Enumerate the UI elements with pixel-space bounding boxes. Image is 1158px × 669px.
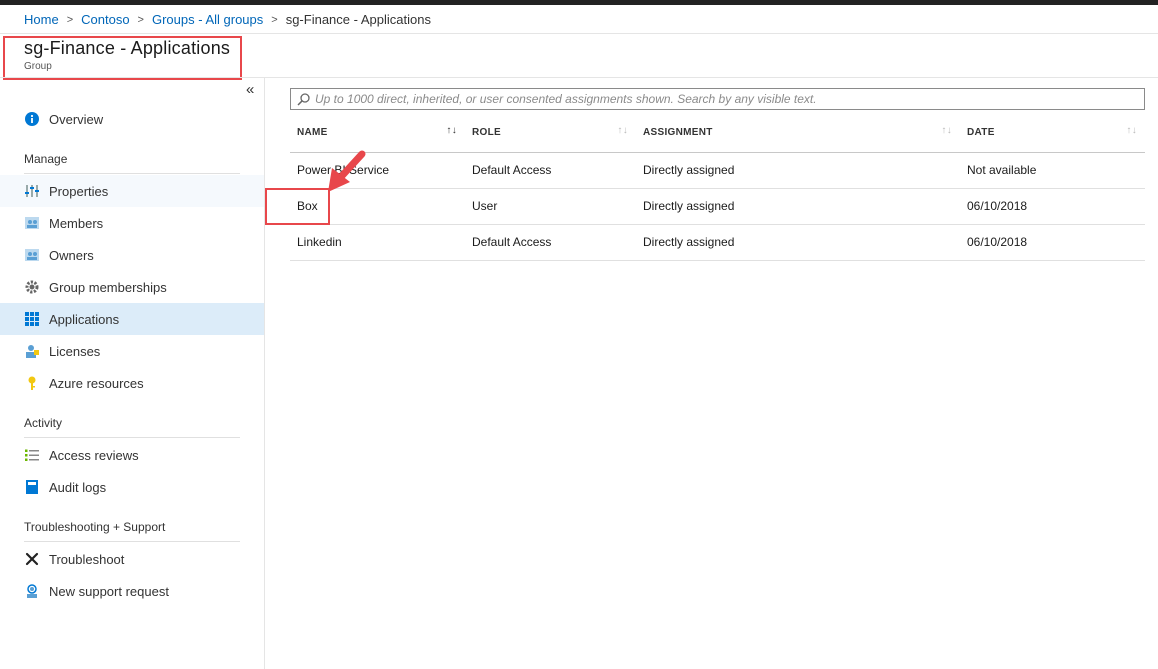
sidebar: « Overview Manage Properties Members Own… <box>0 78 265 669</box>
sidebar-item-label: Azure resources <box>49 375 144 391</box>
search-icon <box>297 92 310 106</box>
table-row[interactable]: Power BI Service Default Access Directly… <box>290 152 1145 189</box>
properties-icon <box>24 183 40 199</box>
callout-arrow-icon <box>328 150 366 192</box>
sidebar-item-label: Troubleshoot <box>49 551 125 567</box>
info-icon <box>24 111 40 127</box>
section-label-troubleshooting: Troubleshooting + Support <box>24 520 166 534</box>
column-header-label: NAME <box>297 127 328 139</box>
search-input[interactable] <box>315 92 1144 106</box>
book-icon <box>24 479 40 495</box>
key-icon <box>24 375 40 391</box>
sidebar-item-label: Group memberships <box>49 279 167 295</box>
sidebar-item-group-memberships[interactable]: Group memberships <box>0 271 264 303</box>
sidebar-item-properties[interactable]: Properties <box>0 175 264 207</box>
cell-assignment: Directly assigned <box>636 152 960 189</box>
sort-icon[interactable]: ↑↓ <box>1126 125 1137 136</box>
chevron-right-icon: > <box>271 13 278 26</box>
cell-role: Default Access <box>465 224 636 261</box>
sidebar-item-troubleshoot[interactable]: Troubleshoot <box>0 543 264 575</box>
breadcrumb-contoso[interactable]: Contoso <box>81 12 129 27</box>
applications-table: NAME ↑↓ ROLE ↑↓ ASSIGNMENT ↑↓ DATE ↑↓ Power … <box>290 114 1145 261</box>
members-icon <box>24 215 40 231</box>
sidebar-item-audit-logs[interactable]: Audit logs <box>0 471 264 503</box>
divider <box>0 33 1158 34</box>
divider <box>24 541 240 542</box>
cell-role: User <box>465 188 636 225</box>
sidebar-item-licenses[interactable]: Licenses <box>0 335 264 367</box>
breadcrumb-current: sg-Finance - Applications <box>285 12 431 27</box>
sort-icon[interactable]: ↑↓ <box>941 125 952 136</box>
licenses-icon <box>24 343 40 359</box>
sidebar-item-label: Access reviews <box>49 447 139 463</box>
cell-name[interactable]: Power BI Service <box>290 152 465 189</box>
owners-icon <box>24 247 40 263</box>
chevron-right-icon: > <box>137 13 144 26</box>
sort-icon[interactable]: ↑↓ <box>446 125 457 136</box>
column-header-role[interactable]: ROLE ↑↓ <box>465 114 636 153</box>
column-header-label: DATE <box>967 127 995 139</box>
sidebar-item-new-support-request[interactable]: New support request <box>0 575 264 607</box>
search-box[interactable] <box>290 88 1145 110</box>
top-bar <box>0 0 1158 5</box>
tools-icon <box>24 551 40 567</box>
cell-assignment: Directly assigned <box>636 224 960 261</box>
table-header-row: NAME ↑↓ ROLE ↑↓ ASSIGNMENT ↑↓ DATE ↑↓ <box>290 114 1145 153</box>
breadcrumb: Home > Contoso > Groups - All groups > s… <box>24 12 431 27</box>
cell-role: Default Access <box>465 152 636 189</box>
checklist-icon <box>24 447 40 463</box>
sidebar-item-label: Audit logs <box>49 479 107 495</box>
column-header-date[interactable]: DATE ↑↓ <box>960 114 1145 153</box>
divider <box>24 173 240 174</box>
column-header-assignment[interactable]: ASSIGNMENT ↑↓ <box>636 114 960 153</box>
sidebar-item-members[interactable]: Members <box>0 207 264 239</box>
cell-date: 06/10/2018 <box>960 188 1145 225</box>
column-header-label: ASSIGNMENT <box>643 127 713 139</box>
sidebar-item-access-reviews[interactable]: Access reviews <box>0 439 264 471</box>
column-header-name[interactable]: NAME ↑↓ <box>290 114 465 153</box>
sidebar-item-applications[interactable]: Applications <box>0 303 264 335</box>
cell-date: Not available <box>960 152 1145 189</box>
sidebar-item-label: Applications <box>49 311 120 327</box>
support-person-icon <box>24 583 40 599</box>
sort-icon[interactable]: ↑↓ <box>617 125 628 136</box>
cell-name[interactable]: Linkedin <box>290 224 465 261</box>
sidebar-item-label: Members <box>49 215 104 231</box>
table-row[interactable]: Box User Directly assigned 06/10/2018 <box>290 188 1145 225</box>
sidebar-item-label: Overview <box>49 111 104 127</box>
section-label-activity: Activity <box>24 416 63 430</box>
sidebar-item-label: Properties <box>49 183 109 199</box>
breadcrumb-groups[interactable]: Groups - All groups <box>152 12 263 27</box>
title-highlight-box <box>3 36 242 80</box>
sidebar-item-label: Owners <box>49 247 94 263</box>
divider <box>24 437 240 438</box>
main-content: NAME ↑↓ ROLE ↑↓ ASSIGNMENT ↑↓ DATE ↑↓ Power … <box>265 78 1158 669</box>
collapse-icon[interactable]: « <box>246 81 254 98</box>
section-label-manage: Manage <box>24 152 68 166</box>
cell-date: 06/10/2018 <box>960 224 1145 261</box>
gear-icon <box>24 279 40 295</box>
sidebar-item-label: Licenses <box>49 343 101 359</box>
grid-apps-icon <box>24 311 40 327</box>
chevron-right-icon: > <box>66 13 74 26</box>
sidebar-item-overview[interactable]: Overview <box>0 103 264 135</box>
column-header-label: ROLE <box>472 127 501 139</box>
sidebar-item-label: New support request <box>49 583 169 599</box>
sidebar-item-owners[interactable]: Owners <box>0 239 264 271</box>
table-row[interactable]: Linkedin Default Access Directly assigne… <box>290 224 1145 261</box>
cell-assignment: Directly assigned <box>636 188 960 225</box>
sidebar-item-azure-resources[interactable]: Azure resources <box>0 367 264 399</box>
breadcrumb-home[interactable]: Home <box>24 12 59 27</box>
